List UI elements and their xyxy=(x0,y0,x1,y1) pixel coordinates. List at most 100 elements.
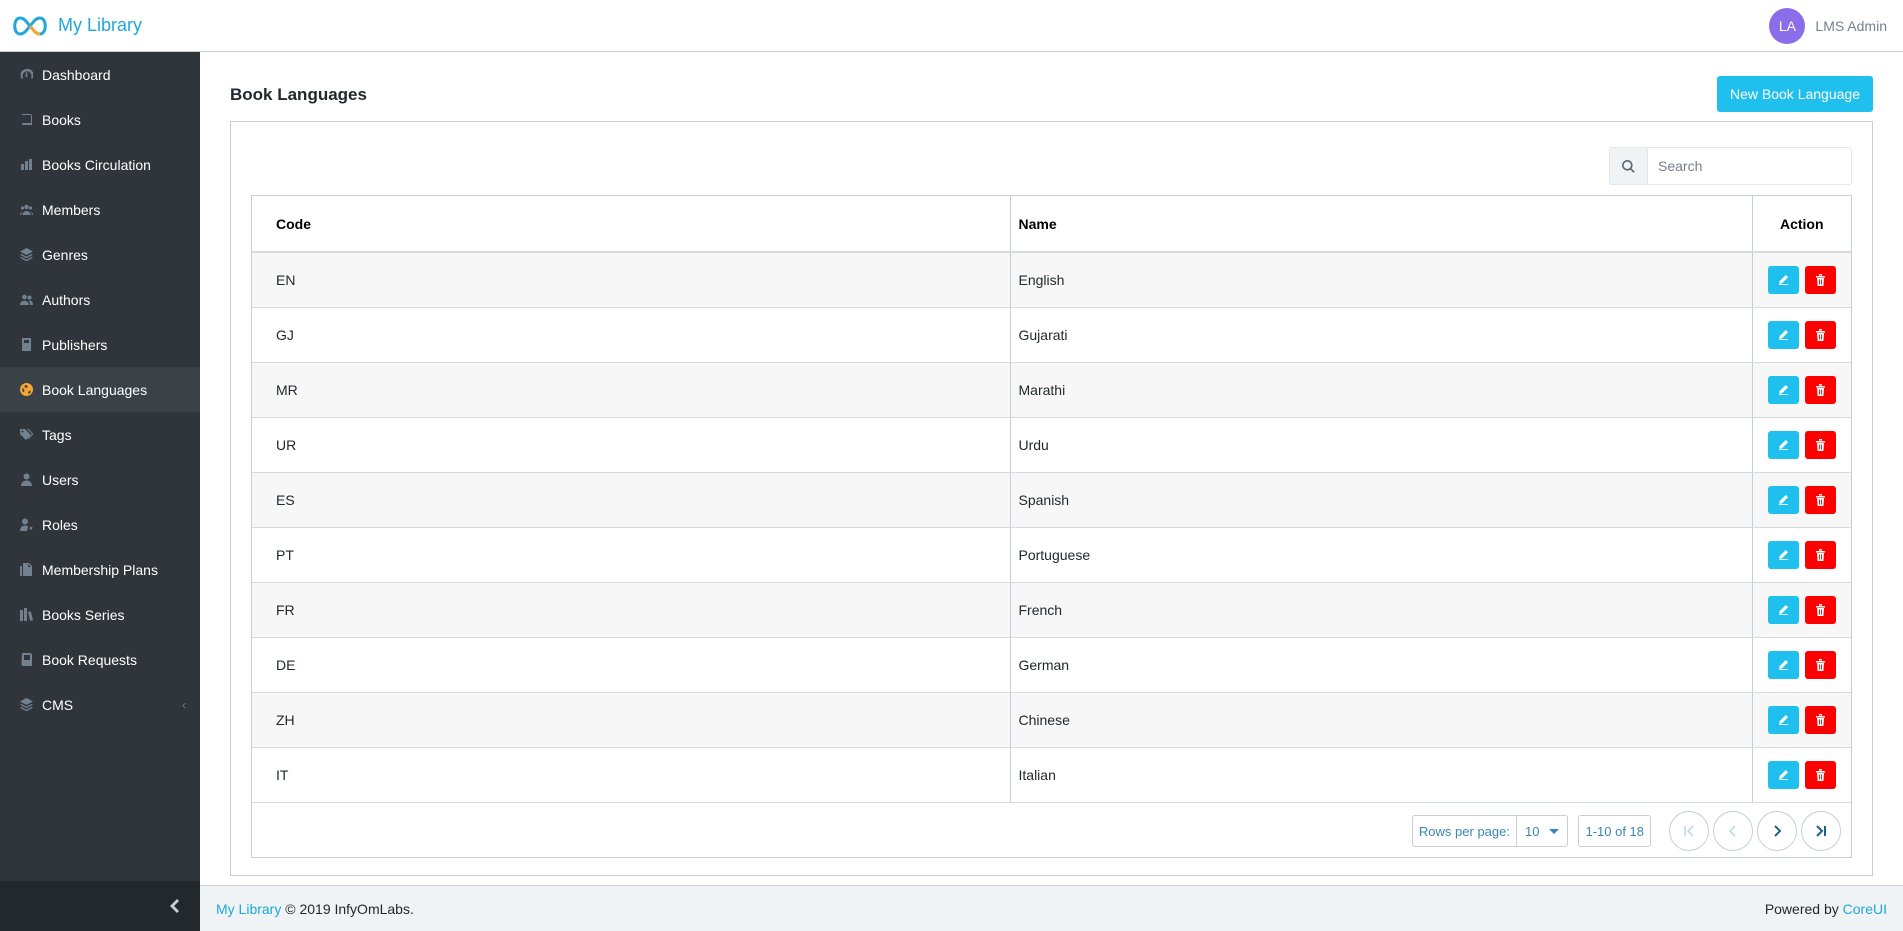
footer-coreui-link[interactable]: CoreUI xyxy=(1843,901,1887,917)
cell-code: IT xyxy=(252,747,1010,803)
next-page-button[interactable] xyxy=(1757,811,1797,851)
edit-button[interactable] xyxy=(1767,320,1799,349)
sidebar-item-label: Members xyxy=(42,201,101,218)
cell-code: ZH xyxy=(252,692,1010,748)
sidebar-item-dashboard[interactable]: Dashboard xyxy=(0,52,200,97)
brand-name: My Library xyxy=(58,15,143,35)
cell-code: EN xyxy=(252,252,1010,308)
edit-button[interactable] xyxy=(1767,705,1799,734)
sidebar-item-book-requests[interactable]: Book Requests xyxy=(0,637,200,682)
edit-button[interactable] xyxy=(1767,375,1799,404)
table-row: MR Marathi xyxy=(252,362,1851,418)
footer-brand-link[interactable]: My Library xyxy=(216,901,281,917)
request-icon xyxy=(18,652,34,668)
footer-powered-by: Powered by xyxy=(1764,900,1839,917)
delete-button[interactable] xyxy=(1804,705,1836,734)
table-header-row: Code Name Action xyxy=(252,196,1851,253)
delete-button[interactable] xyxy=(1804,760,1836,789)
sidebar-item-book-languages[interactable]: Book Languages xyxy=(0,367,200,412)
pencil-icon xyxy=(1778,329,1788,340)
first-page-button[interactable] xyxy=(1669,811,1709,851)
column-header-code[interactable]: Code xyxy=(252,196,1010,253)
edit-button[interactable] xyxy=(1767,650,1799,679)
edit-button[interactable] xyxy=(1767,485,1799,514)
rows-per-page: Rows per page: 10 xyxy=(1411,815,1569,847)
search-input[interactable] xyxy=(1648,148,1851,184)
page-title: Book Languages xyxy=(230,85,367,104)
cell-action xyxy=(1751,252,1851,308)
cell-name: French xyxy=(1009,582,1752,638)
user-name[interactable]: LMS Admin xyxy=(1815,18,1887,34)
sidebar-item-label: Book Requests xyxy=(42,651,137,668)
delete-button[interactable] xyxy=(1804,650,1836,679)
cell-name: Italian xyxy=(1009,747,1752,803)
cell-action xyxy=(1751,747,1851,803)
pencil-icon xyxy=(1778,549,1788,560)
last-page-button[interactable] xyxy=(1801,811,1841,851)
rows-per-page-select[interactable]: 10 xyxy=(1517,816,1567,846)
table-row: UR Urdu xyxy=(252,417,1851,473)
layers-icon xyxy=(18,247,34,263)
sidebar-item-label: Roles xyxy=(42,516,78,533)
sidebar-item-membership-plans[interactable]: Membership Plans xyxy=(0,547,200,592)
sidebar-item-label: Books Series xyxy=(42,606,125,623)
roles-icon xyxy=(18,517,34,533)
tags-icon xyxy=(18,427,34,443)
cell-name: Spanish xyxy=(1009,472,1752,528)
delete-button[interactable] xyxy=(1804,540,1836,569)
sidebar-item-genres[interactable]: Genres xyxy=(0,232,200,277)
delete-button[interactable] xyxy=(1804,265,1836,294)
search-addon xyxy=(1610,148,1648,184)
edit-button[interactable] xyxy=(1767,540,1799,569)
delete-button[interactable] xyxy=(1804,595,1836,624)
pencil-icon xyxy=(1778,384,1788,395)
sidebar-item-roles[interactable]: Roles xyxy=(0,502,200,547)
cell-name: English xyxy=(1009,252,1752,308)
cell-code: PT xyxy=(252,527,1010,583)
trash-icon xyxy=(1815,383,1825,396)
sidebar-item-cms[interactable]: CMS ‹ xyxy=(0,682,200,727)
cell-name: Marathi xyxy=(1009,362,1752,418)
edit-button[interactable] xyxy=(1767,265,1799,294)
sidebar-item-members[interactable]: Members xyxy=(0,187,200,232)
sidebar-item-books-series[interactable]: Books Series xyxy=(0,592,200,637)
delete-button[interactable] xyxy=(1804,375,1836,404)
languages-table: Code Name Action EN English GJ Gujarati MR Ma… xyxy=(252,196,1851,803)
brand[interactable]: My Library xyxy=(0,0,200,52)
globe-icon xyxy=(18,382,34,398)
footer-left: My Library © 2019 InfyOmLabs. xyxy=(216,901,414,917)
sidebar-item-users[interactable]: Users xyxy=(0,457,200,502)
sidebar-item-books-circulation[interactable]: Books Circulation xyxy=(0,142,200,187)
user-menu[interactable]: LA LMS Admin xyxy=(1769,8,1887,44)
delete-button[interactable] xyxy=(1804,485,1836,514)
trash-icon xyxy=(1815,328,1825,341)
series-icon xyxy=(18,607,34,623)
cell-code: GJ xyxy=(252,307,1010,363)
top-header: My Library LA LMS Admin xyxy=(0,0,1903,52)
cell-code: MR xyxy=(252,362,1010,418)
table-row: FR French xyxy=(252,582,1851,638)
cell-action xyxy=(1751,637,1851,693)
sidebar-item-tags[interactable]: Tags xyxy=(0,412,200,457)
avatar[interactable]: LA xyxy=(1769,8,1806,44)
search-icon xyxy=(1622,159,1635,173)
sidebar-minimizer[interactable] xyxy=(0,881,200,931)
edit-button[interactable] xyxy=(1767,430,1799,459)
first-page-icon xyxy=(1684,825,1694,837)
cell-action xyxy=(1751,307,1851,363)
cell-name: German xyxy=(1009,637,1752,693)
column-header-name[interactable]: Name xyxy=(1009,196,1752,253)
edit-button[interactable] xyxy=(1767,760,1799,789)
delete-button[interactable] xyxy=(1804,320,1836,349)
sidebar-item-publishers[interactable]: Publishers xyxy=(0,322,200,367)
pencil-icon xyxy=(1778,714,1788,725)
previous-page-button[interactable] xyxy=(1713,811,1753,851)
new-book-language-button[interactable]: New Book Language xyxy=(1717,76,1873,112)
sidebar-item-books[interactable]: Books xyxy=(0,97,200,142)
sidebar-item-authors[interactable]: Authors xyxy=(0,277,200,322)
delete-button[interactable] xyxy=(1804,430,1836,459)
pencil-icon xyxy=(1778,604,1788,615)
pagination: Rows per page: 10 1-10 of 18 xyxy=(1411,811,1841,851)
pencil-icon xyxy=(1778,769,1788,780)
edit-button[interactable] xyxy=(1767,595,1799,624)
